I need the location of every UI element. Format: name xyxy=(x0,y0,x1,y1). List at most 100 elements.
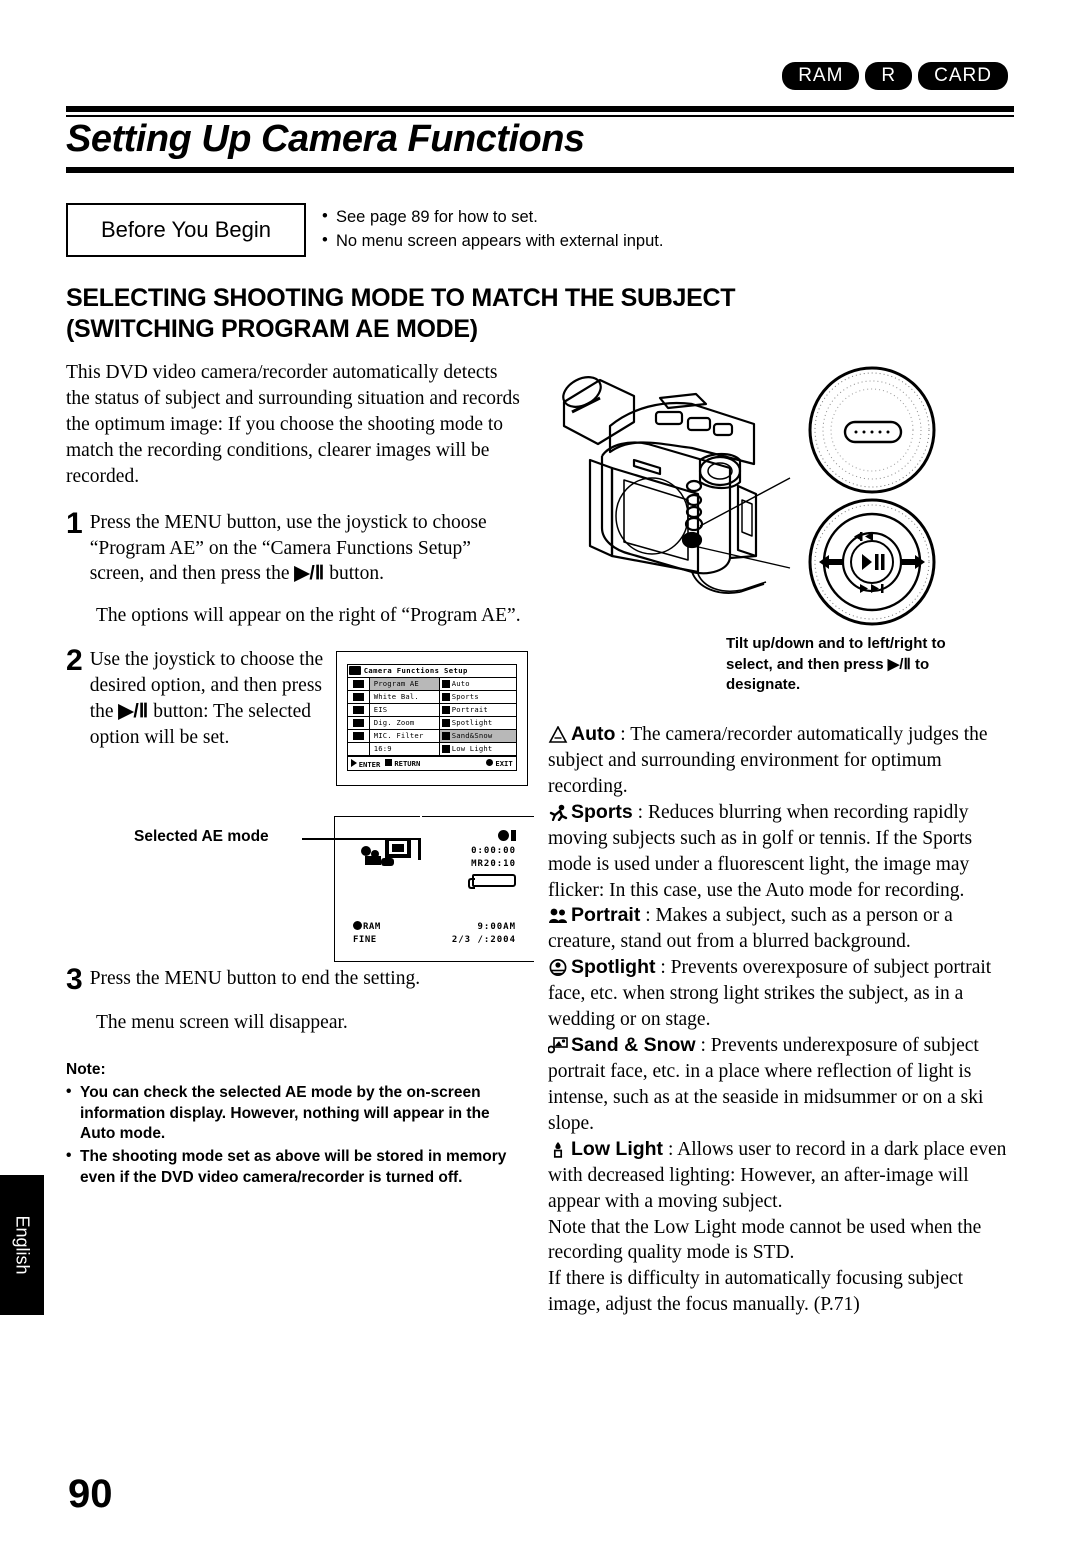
before-you-begin-label: Before You Begin xyxy=(66,203,306,257)
language-tab: English xyxy=(0,1175,44,1315)
menu-option-label: Sand&Snow xyxy=(451,730,493,740)
mode-sep: : xyxy=(615,724,631,745)
osd-time: 9:00AM xyxy=(477,921,516,932)
auto-icon xyxy=(548,725,568,743)
menu-row[interactable]: White Bal. Sports xyxy=(347,690,516,704)
menu-option[interactable]: Sports xyxy=(440,691,516,703)
sports-icon xyxy=(548,803,568,821)
menu-option[interactable]: Auto xyxy=(440,678,516,690)
osd-counter: MR20:10 xyxy=(471,858,516,869)
menu-item-label[interactable]: MIC. Filter xyxy=(370,729,440,742)
media-type-badges: RAM R CARD xyxy=(782,62,1008,90)
list-item: See page 89 for how to set. xyxy=(322,205,663,230)
menu-row[interactable]: MIC. Filter Sand&Snow xyxy=(347,729,516,743)
option-icon xyxy=(441,679,450,688)
osd-timecode: 0:00:00 xyxy=(471,845,516,856)
exit-hint: EXIT xyxy=(486,759,513,768)
enter-label: ENTER xyxy=(358,759,381,769)
tilt-caption: Tilt up/down and to left/right to select… xyxy=(726,634,956,696)
menu-option-label: Portrait xyxy=(451,704,488,714)
menu-option-label: Auto xyxy=(451,678,470,688)
record-bar-icon xyxy=(511,829,516,841)
section-heading-line1: SELECTING SHOOTING MODE TO MATCH THE SUB… xyxy=(66,284,736,312)
step-3: 3 Press the MENU button to end the setti… xyxy=(66,962,526,996)
menu-option[interactable]: Low Light xyxy=(440,743,516,755)
menu-row[interactable]: EIS Portrait xyxy=(347,703,516,717)
mode-name: Low Light xyxy=(571,1137,664,1160)
option-icon xyxy=(441,731,450,740)
disc-icon xyxy=(353,920,362,930)
menu-option-label: Spotlight xyxy=(451,717,493,727)
play-triangle-icon xyxy=(350,758,357,767)
mode-name: Spotlight xyxy=(571,956,656,979)
spotlight-icon xyxy=(548,958,568,977)
battery-icon xyxy=(468,873,516,889)
section-heading: SELECTING SHOOTING MODE TO MATCH THE SUB… xyxy=(66,283,826,346)
menu-item-label[interactable]: EIS xyxy=(370,703,440,716)
on-screen-display-figure: Selected AE mode 0:00:00 MR20:10 RAM FIN… xyxy=(66,815,534,966)
menu-item-label[interactable]: 16:9 xyxy=(370,742,440,755)
enter-hint: ENTER xyxy=(350,758,381,769)
menu-option-selected[interactable]: Sand&Snow xyxy=(439,729,516,742)
option-icon xyxy=(441,744,450,753)
menu-option[interactable]: Spotlight xyxy=(440,717,516,729)
mode-low-light: Low Light : Allows user to record in a d… xyxy=(548,1137,1016,1215)
language-tab-label: English xyxy=(12,1215,33,1275)
step-1-body: Press the MENU button, use the joystick … xyxy=(90,510,526,588)
list-item: You can check the selected AE mode by th… xyxy=(66,1082,526,1145)
mode-name: Sports xyxy=(571,800,633,823)
mode-sep: : xyxy=(663,1138,678,1160)
menu-item-label[interactable]: Dig. Zoom xyxy=(370,716,440,729)
note-block: Note: You can check the selected AE mode… xyxy=(66,1060,526,1189)
menu-item-label[interactable]: Program AE xyxy=(369,677,440,690)
option-icon xyxy=(441,692,450,701)
rec-indicator xyxy=(471,829,516,845)
menu-row[interactable]: 16:9 Low Light xyxy=(347,742,516,756)
step-3-note: The menu screen will disappear. xyxy=(96,1012,348,1034)
step-1-number: 1 xyxy=(66,506,83,540)
before-you-begin: Before You Begin See page 89 for how to … xyxy=(66,203,663,257)
menu-row-icon xyxy=(348,742,370,755)
step-2-number: 2 xyxy=(66,644,83,678)
step-2-row: Use the joystick to choose the desired o… xyxy=(90,647,528,786)
exit-circle-icon xyxy=(486,759,494,766)
ae-mode-icon xyxy=(361,837,413,868)
step-1-text-b: button. xyxy=(324,563,384,585)
osd-disc-label: RAM xyxy=(363,921,381,932)
step-1: 1 Press the MENU button, use the joystic… xyxy=(66,506,526,588)
badge-r: R xyxy=(865,62,913,90)
low-light-icon xyxy=(548,1140,568,1158)
osd-record-info: 0:00:00 MR20:10 xyxy=(468,829,516,889)
menu-row[interactable]: Dig. Zoom Spotlight xyxy=(347,716,516,730)
osd-date: 2/3 /:2004 xyxy=(451,934,516,945)
step-1-note: The options will appear on the right of … xyxy=(96,605,521,627)
menu-option-label: Low Light xyxy=(451,743,493,753)
closing-note-1: Note that the Low Light mode cannot be u… xyxy=(548,1216,982,1264)
closing-note-2: If there is difficulty in automatically … xyxy=(548,1268,963,1316)
mode-name: Portrait xyxy=(571,904,641,927)
play-pause-glyph: ▶/Ⅱ xyxy=(887,655,911,673)
badge-ram: RAM xyxy=(782,62,860,90)
step-3-number: 3 xyxy=(66,962,83,996)
ae-mode-descriptions: Auto : The camera/recorder automatically… xyxy=(547,722,1016,1318)
exit-label: EXIT xyxy=(495,759,513,768)
osd-screen: 0:00:00 MR20:10 RAM FINE 9:00AM 2/3 /:20… xyxy=(334,815,534,962)
menu-screen: Camera Functions Setup Program AE Auto W… xyxy=(346,664,517,771)
intro-paragraph: This DVD video camera/recorder automatic… xyxy=(66,362,520,487)
stop-square-icon xyxy=(385,759,393,766)
camera-functions-setup-screenshot: Camera Functions Setup Program AE Auto W… xyxy=(335,651,528,786)
menu-row-icon xyxy=(348,690,370,703)
mode-sand-snow: Sand & Snow : Prevents underexposure of … xyxy=(547,1033,1016,1137)
menu-footer: ENTER RETURN EXIT xyxy=(347,755,516,770)
right-column: Tilt up/down and to left/right to select… xyxy=(547,360,1016,1318)
menu-screen-title: Camera Functions Setup xyxy=(347,665,516,678)
list-item: No menu screen appears with external inp… xyxy=(322,229,663,254)
menu-row[interactable]: Program AE Auto xyxy=(347,677,516,691)
menu-item-label[interactable]: White Bal. xyxy=(370,690,440,703)
mode-spotlight: Spotlight : Prevents overexposure of sub… xyxy=(548,955,1016,1033)
page-number: 90 xyxy=(68,1472,113,1516)
play-pause-glyph: ▶/Ⅱ xyxy=(118,700,149,723)
menu-option[interactable]: Portrait xyxy=(440,704,516,716)
option-icon xyxy=(441,718,450,727)
note-heading: Note: xyxy=(66,1061,106,1079)
